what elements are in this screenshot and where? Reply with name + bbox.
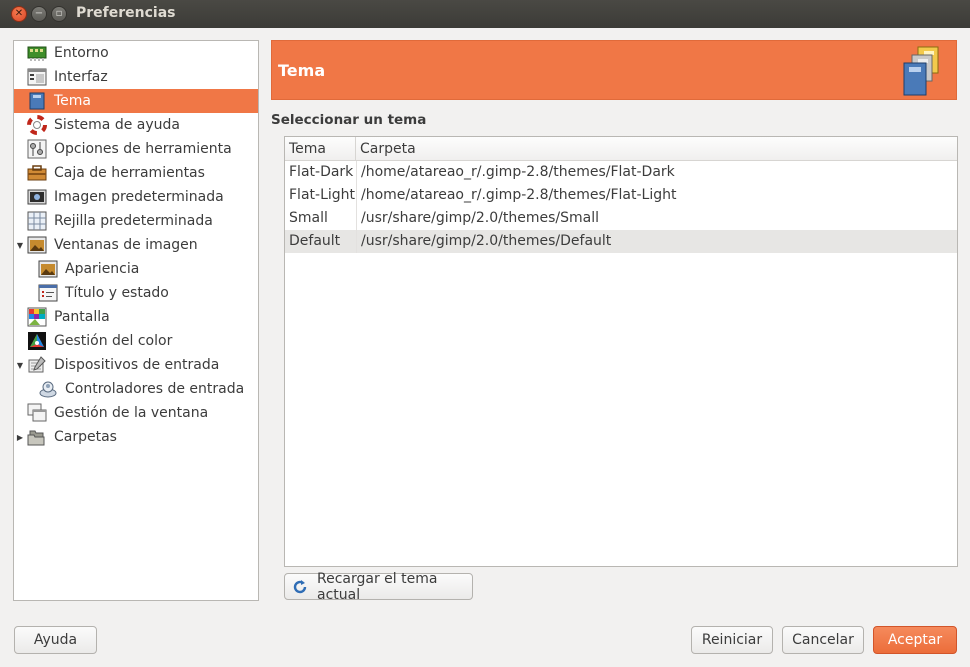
- sidebar-item-label: Caja de herramientas: [54, 165, 205, 181]
- theme-stack-icon: [900, 44, 942, 98]
- sidebar-item-label: Dispositivos de entrada: [54, 357, 220, 373]
- sidebar-item-controladores-de-entrada[interactable]: Controladores de entrada: [14, 377, 258, 401]
- sidebar-item-label: Apariencia: [65, 261, 140, 277]
- sidebar-item-entorno[interactable]: Entorno: [14, 41, 258, 65]
- sidebar-item-opciones-de-herramienta[interactable]: Opciones de herramienta: [14, 137, 258, 161]
- theme-list[interactable]: Tema Carpeta Flat-Dark /home/atareao_r/.…: [284, 136, 958, 567]
- input-devices-icon: [27, 355, 47, 375]
- page-header: Tema: [271, 40, 957, 100]
- lifebuoy-icon: [27, 115, 47, 135]
- color-management-icon: [27, 331, 47, 351]
- sidebar-item-label: Entorno: [54, 45, 109, 61]
- reload-theme-button[interactable]: Recargar el tema actual: [284, 570, 473, 603]
- preferences-sidebar[interactable]: Entorno Interfaz Tema Sistema de ayuda O…: [13, 40, 259, 601]
- accept-button[interactable]: Aceptar: [873, 626, 957, 654]
- help-button[interactable]: Ayuda: [14, 626, 97, 654]
- reset-button[interactable]: Reiniciar: [691, 626, 773, 654]
- sidebar-item-label: Pantalla: [54, 309, 110, 325]
- sidebar-item-titulo-y-estado[interactable]: Título y estado: [14, 281, 258, 305]
- theme-name: Default: [289, 233, 341, 249]
- sidebar-item-label: Imagen predeterminada: [54, 189, 224, 205]
- sidebar-item-label: Rejilla predeterminada: [54, 213, 213, 229]
- sidebar-item-label: Ventanas de imagen: [54, 237, 198, 253]
- grid-icon: [27, 211, 47, 231]
- environment-icon: [27, 43, 47, 63]
- toolbox-icon: [27, 163, 47, 183]
- sidebar-item-label: Gestión de la ventana: [54, 405, 209, 421]
- maximize-window-icon[interactable]: ▫: [51, 6, 67, 22]
- cancel-button[interactable]: Cancelar: [782, 626, 864, 654]
- sidebar-item-sistema-de-ayuda[interactable]: Sistema de ayuda: [14, 113, 258, 137]
- sidebar-item-interfaz[interactable]: Interfaz: [14, 65, 258, 89]
- sidebar-item-carpetas[interactable]: ▶ Carpetas: [14, 425, 258, 449]
- image-window-icon: [27, 235, 47, 255]
- input-controllers-icon: [38, 379, 58, 399]
- reload-theme-label: Recargar el tema actual: [317, 570, 438, 603]
- theme-folder: /home/atareao_r/.gimp-2.8/themes/Flat-Li…: [361, 187, 677, 203]
- table-row[interactable]: Flat-Light /home/atareao_r/.gimp-2.8/the…: [285, 184, 957, 207]
- sidebar-item-tema[interactable]: Tema: [14, 89, 258, 113]
- section-title: Seleccionar un tema: [271, 112, 427, 128]
- sidebar-item-label: Carpetas: [54, 429, 117, 445]
- title-bar: ✕ − ▫ Preferencias: [0, 0, 970, 28]
- theme-folder: /usr/share/gimp/2.0/themes/Default: [361, 233, 612, 249]
- sidebar-item-label: Título y estado: [65, 285, 169, 301]
- sidebar-item-apariencia[interactable]: Apariencia: [14, 257, 258, 281]
- expander-open-icon[interactable]: ▼: [15, 360, 25, 370]
- theme-folder: /home/atareao_r/.gimp-2.8/themes/Flat-Da…: [361, 164, 675, 180]
- theme-icon: [27, 91, 47, 111]
- column-header-carpeta[interactable]: Carpeta: [356, 137, 957, 161]
- sidebar-item-gestion-del-color[interactable]: Gestión del color: [14, 329, 258, 353]
- table-row[interactable]: Flat-Dark /home/atareao_r/.gimp-2.8/them…: [285, 161, 957, 184]
- sidebar-item-label: Sistema de ayuda: [54, 117, 180, 133]
- sidebar-item-label: Gestión del color: [54, 333, 173, 349]
- interface-icon: [27, 67, 47, 87]
- sidebar-item-ventanas-de-imagen[interactable]: ▼ Ventanas de imagen: [14, 233, 258, 257]
- sidebar-item-label: Interfaz: [54, 69, 108, 85]
- window-title: Preferencias: [76, 5, 176, 21]
- theme-name: Flat-Dark: [289, 164, 354, 180]
- folders-icon: [27, 427, 47, 447]
- column-header-tema[interactable]: Tema: [285, 137, 356, 161]
- expander-closed-icon[interactable]: ▶: [15, 432, 25, 442]
- sidebar-item-gestion-de-la-ventana[interactable]: Gestión de la ventana: [14, 401, 258, 425]
- table-row[interactable]: Small /usr/share/gimp/2.0/themes/Small: [285, 207, 957, 230]
- sidebar-item-dispositivos-de-entrada[interactable]: ▼ Dispositivos de entrada: [14, 353, 258, 377]
- theme-folder: /usr/share/gimp/2.0/themes/Small: [361, 210, 599, 226]
- default-image-icon: [27, 187, 47, 207]
- page-title: Tema: [278, 61, 326, 80]
- sidebar-item-pantalla[interactable]: Pantalla: [14, 305, 258, 329]
- theme-name: Flat-Light: [289, 187, 356, 203]
- window-management-icon: [27, 403, 47, 423]
- theme-name: Small: [289, 210, 328, 226]
- appearance-icon: [38, 259, 58, 279]
- sidebar-item-imagen-predeterminada[interactable]: Imagen predeterminada: [14, 185, 258, 209]
- minimize-window-icon[interactable]: −: [31, 6, 47, 22]
- expander-open-icon[interactable]: ▼: [15, 240, 25, 250]
- table-row-selected[interactable]: Default /usr/share/gimp/2.0/themes/Defau…: [285, 230, 957, 253]
- sidebar-item-label: Opciones de herramienta: [54, 141, 232, 157]
- sidebar-item-label: Controladores de entrada: [65, 381, 245, 397]
- sidebar-item-rejilla-predeterminada[interactable]: Rejilla predeterminada: [14, 209, 258, 233]
- refresh-icon: [291, 578, 309, 596]
- sidebar-item-label: Tema: [54, 93, 92, 109]
- close-window-icon[interactable]: ✕: [11, 6, 27, 22]
- sidebar-item-caja-de-herramientas[interactable]: Caja de herramientas: [14, 161, 258, 185]
- display-icon: [27, 307, 47, 327]
- tool-options-icon: [27, 139, 47, 159]
- title-status-icon: [38, 283, 58, 303]
